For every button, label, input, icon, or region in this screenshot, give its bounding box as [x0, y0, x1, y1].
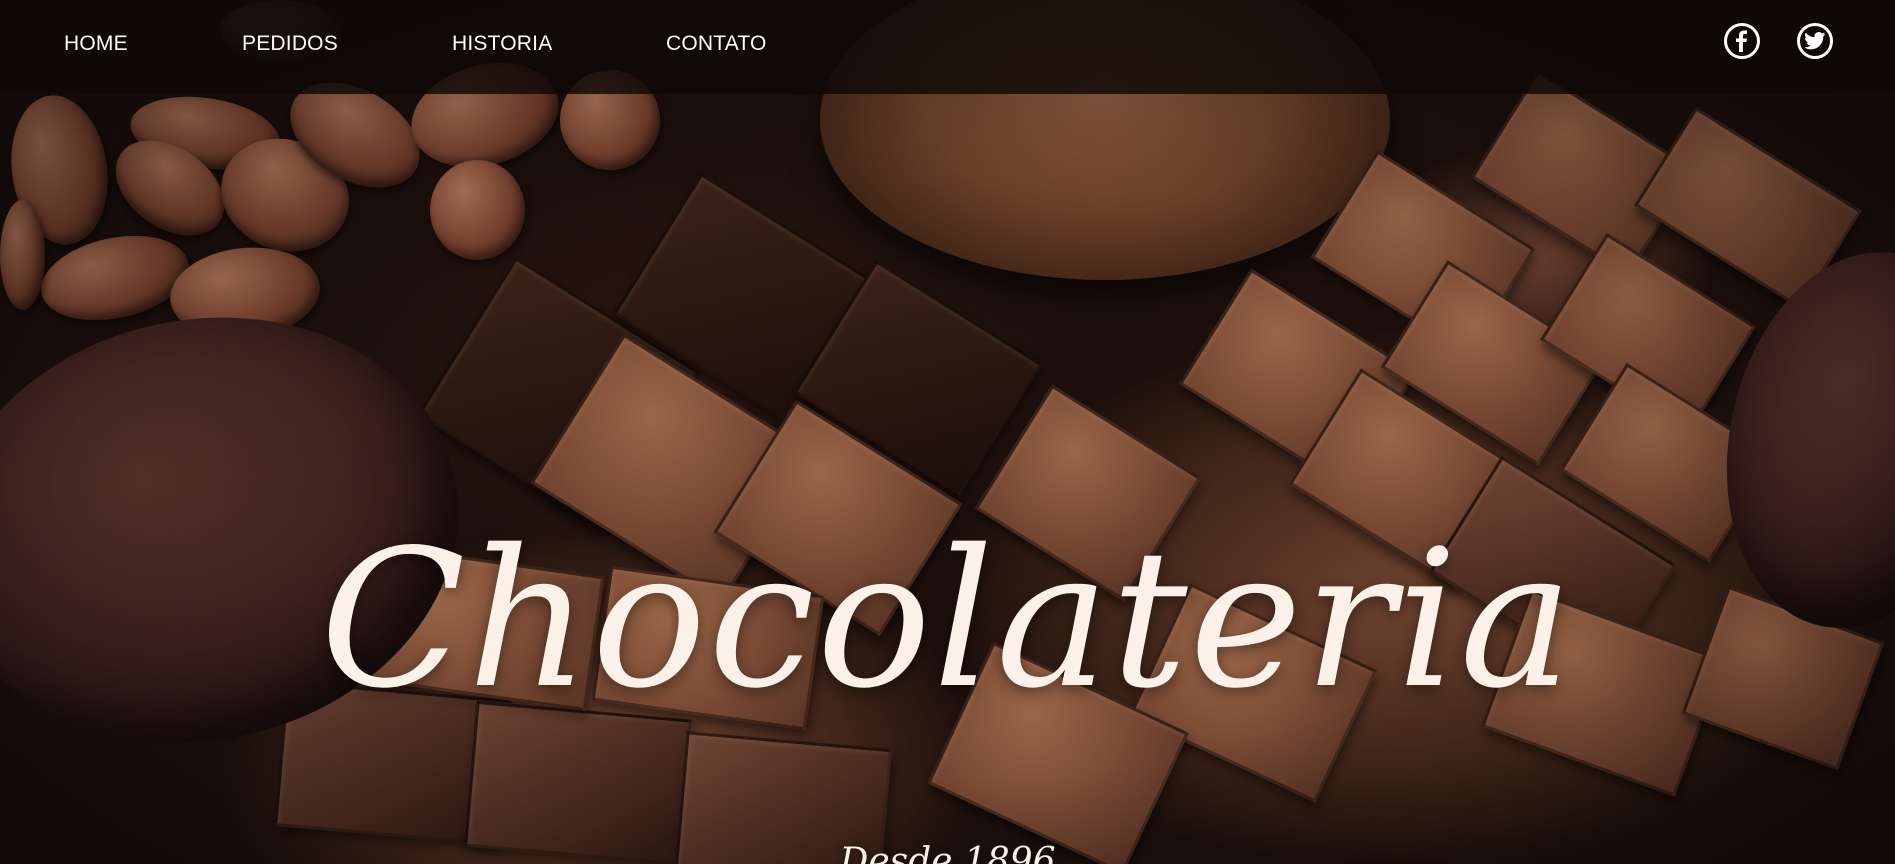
- hero-background-image: [0, 0, 1895, 864]
- main-navbar: HOME PEDIDOS HISTORIA CONTATO: [0, 0, 1895, 94]
- hero-subtitle: Desde 1896: [839, 841, 1056, 864]
- nav-pedidos-link[interactable]: PEDIDOS: [242, 32, 338, 56]
- nav-contato-link[interactable]: CONTATO: [666, 32, 767, 56]
- hero-title: Chocolateria: [320, 509, 1575, 730]
- facebook-icon[interactable]: [1724, 23, 1760, 59]
- nav-home-link[interactable]: HOME: [64, 32, 128, 56]
- hero-section: HOME PEDIDOS HISTORIA CONTATO Chocolater…: [0, 0, 1895, 864]
- nav-historia-link[interactable]: HISTORIA: [452, 32, 552, 56]
- twitter-icon[interactable]: [1797, 23, 1833, 59]
